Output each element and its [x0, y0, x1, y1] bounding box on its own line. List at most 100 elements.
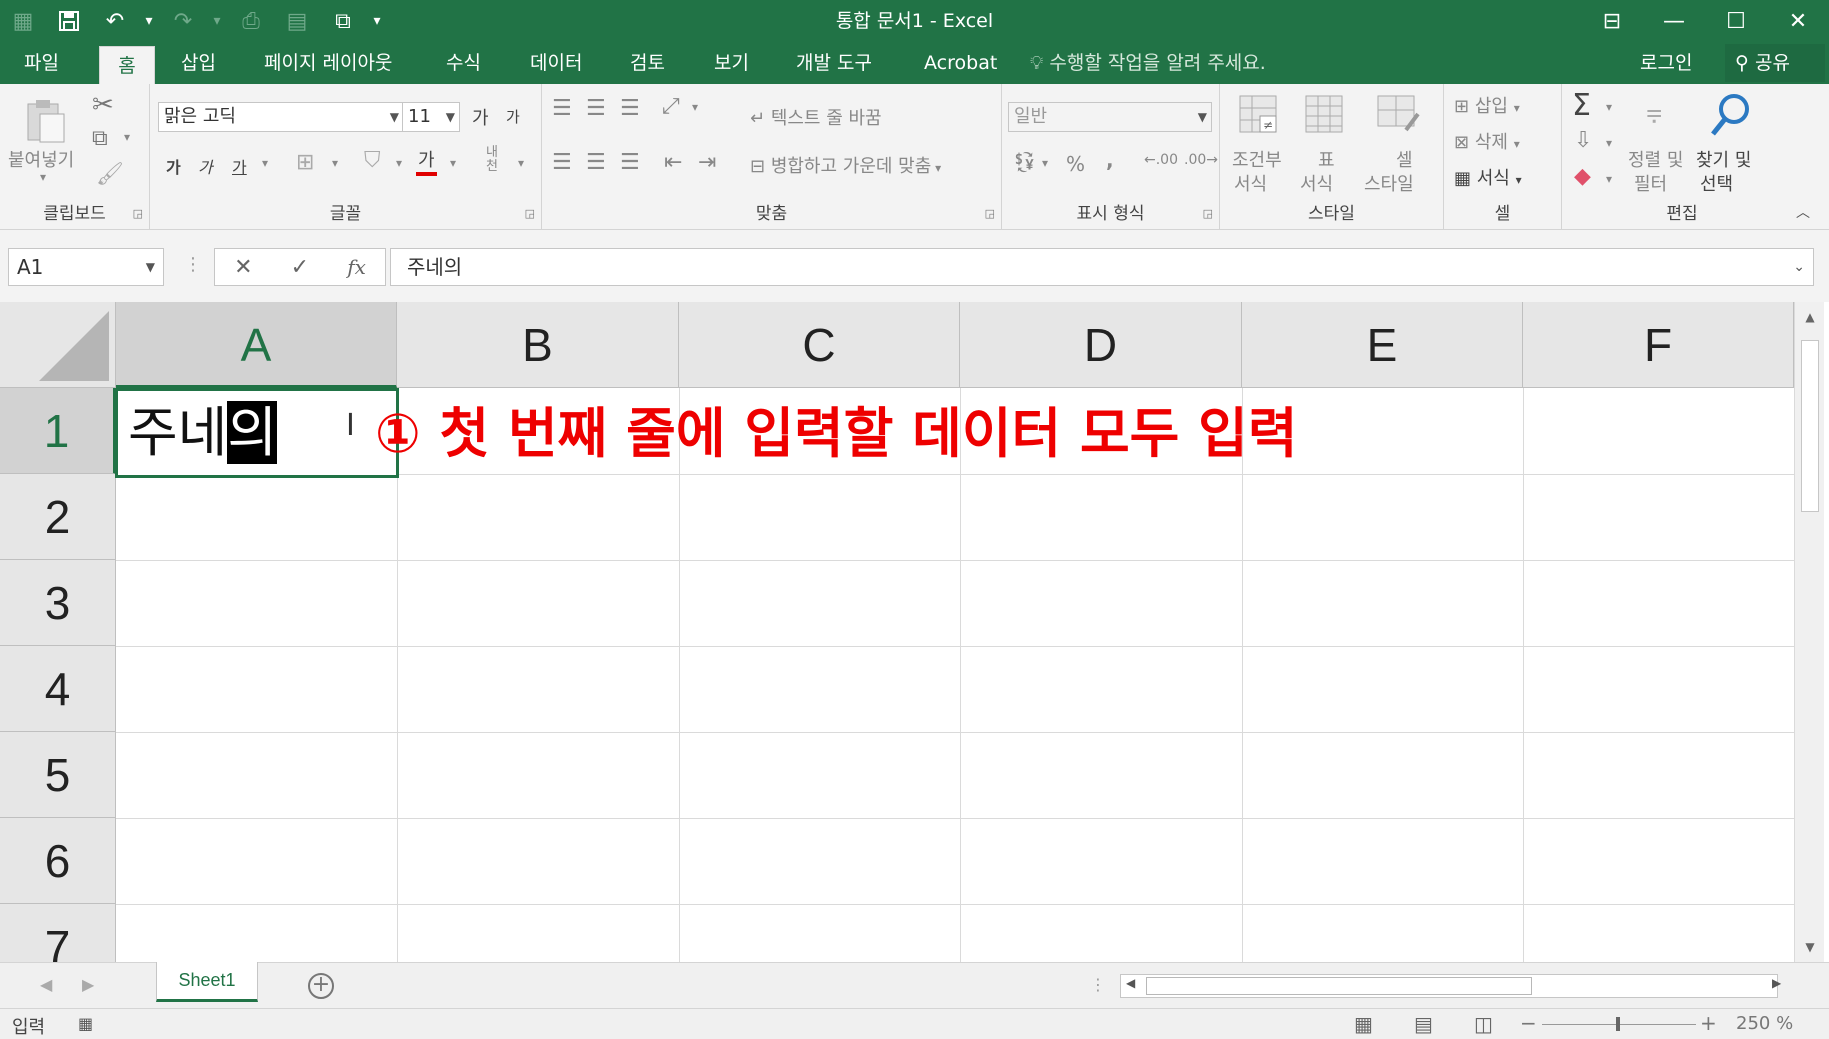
borders-dropdown-icon[interactable]: ▾ — [332, 156, 338, 170]
cell-styles-icon[interactable] — [1376, 94, 1420, 138]
alignment-launcher-icon[interactable]: ◲ — [985, 207, 995, 220]
form-icon[interactable]: ▤ — [274, 0, 320, 42]
wrap-text-button[interactable]: ↵ 텍스트 줄 바꿈 — [750, 104, 882, 130]
tab-split-handle-icon[interactable]: ⋮ — [1090, 975, 1106, 994]
increase-decimal-button[interactable]: ←.00 — [1144, 152, 1178, 168]
select-all-button[interactable] — [0, 302, 116, 388]
tab-acrobat[interactable]: Acrobat — [914, 42, 1007, 84]
sort-filter-line2[interactable]: 필터 — [1634, 170, 1667, 196]
phonetic-button[interactable]: 내천 — [486, 146, 506, 174]
camera-icon[interactable]: ⧉ — [320, 0, 366, 42]
save-icon[interactable] — [46, 0, 92, 42]
find-select-icon[interactable] — [1708, 92, 1752, 142]
cut-icon[interactable]: ✂ — [92, 90, 114, 120]
undo-icon[interactable]: ↶ — [92, 0, 138, 42]
grow-font-button[interactable]: 가 — [472, 104, 489, 130]
cell-styles-line2[interactable]: 스타일 — [1364, 170, 1414, 196]
fill-color-dropdown-icon[interactable]: ▾ — [396, 156, 402, 170]
percent-button[interactable]: % — [1066, 152, 1085, 176]
font-color-dropdown-icon[interactable]: ▾ — [450, 156, 456, 170]
phonetic-dropdown-icon[interactable]: ▾ — [518, 156, 524, 170]
align-center-icon[interactable]: ☰ — [586, 150, 606, 175]
column-header-e[interactable]: E — [1242, 302, 1523, 388]
align-bottom-icon[interactable]: ☰ — [620, 96, 640, 121]
align-right-icon[interactable]: ☰ — [620, 150, 640, 175]
underline-button[interactable]: 가 — [232, 154, 247, 178]
scroll-left-icon[interactable]: ◀ — [1126, 976, 1135, 990]
format-cells-button[interactable]: ▦ 서식 ▾ — [1454, 164, 1522, 190]
align-middle-icon[interactable]: ☰ — [586, 96, 606, 121]
conditional-formatting-line1[interactable]: 조건부 — [1232, 146, 1282, 172]
clear-dropdown-icon[interactable]: ▾ — [1606, 172, 1612, 186]
scroll-down-icon[interactable]: ▼ — [1795, 932, 1825, 962]
number-format-select[interactable]: 일반 ▼ — [1008, 102, 1212, 132]
macro-record-icon[interactable]: ▦ — [78, 1014, 93, 1033]
zoom-in-icon[interactable]: + — [1700, 1011, 1717, 1035]
row-header-7[interactable]: 7 — [0, 904, 116, 962]
redo-icon[interactable]: ↷ — [160, 0, 206, 42]
paste-label[interactable]: 붙여넣기 — [8, 146, 74, 172]
fill-icon[interactable]: ⇩ — [1574, 128, 1592, 153]
sheet-prev-icon[interactable]: ◀ — [40, 975, 52, 994]
row-header-2[interactable]: 2 — [0, 474, 116, 560]
tell-me-box[interactable]: 💡︎ 수행할 작업을 알려 주세요. — [1030, 42, 1266, 84]
tab-data[interactable]: 데이터 — [520, 42, 592, 84]
tab-formulas[interactable]: 수식 — [436, 42, 491, 84]
merge-center-button[interactable]: ⊟ 병합하고 가운데 맞춤 ▾ — [750, 152, 941, 178]
maximize-icon[interactable]: ☐ — [1705, 0, 1767, 42]
formula-bar-splitter-icon[interactable]: ⋮ — [184, 254, 202, 275]
name-box[interactable]: A1 ▼ — [8, 248, 164, 286]
cell-styles-line1[interactable]: 셀 — [1396, 146, 1413, 172]
print-preview-icon[interactable]: ⎙ — [228, 0, 274, 42]
clipboard-launcher-icon[interactable]: ◲ — [133, 207, 143, 220]
font-name-select[interactable]: 맑은 고딕 ▼ — [158, 102, 404, 132]
column-header-c[interactable]: C — [679, 302, 960, 388]
page-layout-view-icon[interactable]: ▤ — [1414, 1012, 1433, 1036]
delete-cells-button[interactable]: ⊠ 삭제 ▾ — [1454, 128, 1520, 154]
column-header-f[interactable]: F — [1523, 302, 1794, 388]
orientation-icon[interactable]: ⤢ — [662, 94, 680, 119]
number-launcher-icon[interactable]: ◲ — [1203, 207, 1213, 220]
share-button[interactable]: ⚲ 공유 — [1725, 44, 1825, 82]
accounting-icon[interactable]: 💱︎ — [1012, 150, 1037, 174]
conditional-formatting-icon[interactable]: ≠ — [1238, 94, 1278, 138]
cancel-entry-icon[interactable]: ✕ — [234, 255, 252, 280]
decrease-decimal-button[interactable]: .00→ — [1184, 152, 1218, 168]
align-left-icon[interactable]: ☰ — [552, 150, 572, 175]
vertical-scrollbar[interactable]: ▲ ▼ — [1794, 302, 1824, 962]
copy-dropdown-icon[interactable]: ▾ — [124, 130, 130, 144]
format-as-table-icon[interactable] — [1304, 94, 1344, 138]
undo-dropdown-icon[interactable]: ▾ — [138, 0, 160, 42]
clear-icon[interactable]: ◆ — [1574, 164, 1591, 189]
minimize-icon[interactable]: — — [1643, 0, 1705, 42]
horizontal-scroll-thumb[interactable] — [1146, 977, 1532, 995]
tab-view[interactable]: 보기 — [704, 42, 759, 84]
vertical-scroll-thumb[interactable] — [1801, 340, 1819, 512]
ribbon-display-icon[interactable]: ⊟ — [1581, 0, 1643, 42]
shrink-font-button[interactable]: 가 — [506, 106, 520, 127]
align-top-icon[interactable]: ☰ — [552, 96, 572, 121]
tab-home[interactable]: 홈 — [99, 46, 155, 84]
sort-filter-icon[interactable]: ⩦ — [1646, 94, 1662, 128]
close-icon[interactable]: ✕ — [1767, 0, 1829, 42]
scroll-right-icon[interactable]: ▶ — [1772, 976, 1781, 990]
zoom-slider-knob[interactable] — [1616, 1017, 1620, 1031]
row-header-5[interactable]: 5 — [0, 732, 116, 818]
sheet-next-icon[interactable]: ▶ — [82, 975, 94, 994]
row-header-4[interactable]: 4 — [0, 646, 116, 732]
italic-button[interactable]: 가 — [198, 154, 213, 178]
login-link[interactable]: 로그인 — [1640, 42, 1692, 84]
copy-icon[interactable]: ⧉ — [92, 126, 108, 151]
normal-view-icon[interactable]: ▦ — [1354, 1012, 1373, 1036]
row-header-6[interactable]: 6 — [0, 818, 116, 904]
orientation-dropdown-icon[interactable]: ▾ — [692, 100, 698, 114]
format-painter-icon[interactable]: 🖌︎ — [96, 162, 124, 187]
underline-dropdown-icon[interactable]: ▾ — [262, 156, 268, 170]
active-cell-a1[interactable]: 주네의 — [115, 388, 399, 478]
decrease-indent-icon[interactable]: ⇤ — [664, 150, 682, 175]
collapse-ribbon-icon[interactable]: ︿ — [1796, 202, 1810, 222]
scroll-up-icon[interactable]: ▲ — [1795, 302, 1825, 332]
font-color-button[interactable]: 가 — [416, 150, 437, 176]
comma-button[interactable]: , — [1106, 148, 1114, 172]
format-as-table-line1[interactable]: 표 — [1318, 146, 1335, 172]
